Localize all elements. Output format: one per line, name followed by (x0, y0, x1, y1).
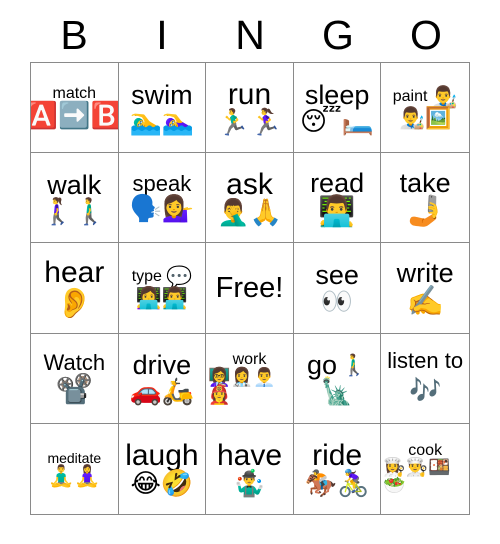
horse-racing-biking-icon: 🏇🚴‍♀️ (304, 469, 370, 500)
bingo-cell-read[interactable]: read 👨‍💻 (293, 153, 382, 244)
eyes-icon: 👀 (320, 287, 354, 318)
cell-label: run (227, 78, 272, 111)
cell-label: have (216, 439, 283, 473)
swimmers-icon: 🏊‍♂️🏊‍♀️ (129, 106, 195, 137)
bingo-cell-listen-to[interactable]: listen to 🎶 (381, 333, 469, 424)
walking-people-icon: 🚶‍♀️🚶‍♂️ (41, 196, 107, 227)
bingo-cell-laugh[interactable]: laugh 😂🤣 (118, 423, 207, 514)
bingo-cell-take[interactable]: take 🤳 (381, 153, 469, 244)
speech-balloon-icon: 💬 (165, 265, 193, 289)
bingo-cell-write[interactable]: write ✍️ (381, 243, 469, 334)
writing-hand-icon: ✍️ (406, 284, 444, 320)
bingo-cell-type[interactable]: type 💬 👩‍💻👨‍💻 (118, 243, 207, 334)
cell-label: write (396, 257, 454, 288)
cell-label: laugh (125, 439, 199, 473)
bingo-cell-watch[interactable]: Watch 📽️ (31, 333, 119, 424)
cell-label: take (399, 167, 451, 198)
cell-label: read (310, 167, 365, 198)
cell-label: ask (226, 168, 273, 202)
go-label-row: go 🚶‍♂️ (306, 349, 368, 380)
cell-label: ride (312, 439, 363, 473)
header-letter-o: O (410, 11, 442, 58)
bingo-cell-work[interactable]: work 👩‍🏫👩‍⚕️👨‍💼👩‍🚒 (206, 333, 294, 424)
workers-icon: 👩‍🏫👩‍⚕️👨‍💼👩‍🚒 (208, 366, 276, 406)
lotus-position-people-icon: 🧘‍♂️🧘‍♀️ (48, 463, 101, 488)
bingo-cell-match[interactable]: match 🅰️➡️🅱️ (31, 63, 119, 154)
cell-label: work (232, 350, 267, 368)
bingo-cell-sleep[interactable]: sleep 😴🛏️ (293, 63, 382, 154)
film-projector-icon: 📽️ (55, 371, 93, 407)
cell-label: sleep (304, 79, 370, 110)
cell-label: see (315, 259, 359, 290)
laughing-faces-icon: 😂🤣 (130, 469, 194, 500)
header-letter-b: B (60, 11, 88, 58)
artist-icon: 👨‍🎨 (431, 85, 458, 109)
bingo-cell-free-space[interactable]: Free! (206, 243, 294, 334)
bingo-cell-have[interactable]: have 🤹‍♂️ (206, 423, 294, 514)
cell-label: go (306, 349, 338, 380)
cell-label: walk (47, 169, 102, 200)
bingo-grid: match 🅰️➡️🅱️ swim 🏊‍♂️🏊‍♀️ run 🏃‍♂️🏃‍♀️ … (30, 62, 470, 515)
speaking-head-tipping-hand-icon: 🗣️💁‍♀️ (129, 194, 195, 225)
header-letter-g: G (322, 11, 354, 58)
man-technologist-icon: 👨‍💻 (318, 193, 356, 229)
runners-icon: 🏃‍♂️🏃‍♀️ (217, 108, 282, 139)
cooks-food-icon: 👩‍🍳👨‍🍳🍱🥗 (383, 457, 451, 497)
paint-label-row: paint 👨‍🎨 (393, 87, 458, 108)
ear-icon: 👂 (55, 285, 93, 321)
man-walking-icon: 🚶‍♂️ (341, 353, 368, 377)
facepalm-folded-hands-icon: 🤦‍♂️🙏 (217, 198, 282, 229)
statue-of-liberty-icon: 🗽 (320, 376, 354, 407)
cell-label: paint (392, 88, 428, 106)
bingo-cell-run[interactable]: run 🏃‍♂️🏃‍♀️ (206, 63, 294, 154)
bingo-card: B I N G O match 🅰️➡️🅱️ swim 🏊‍♂️🏊‍♀️ run… (0, 0, 500, 544)
cell-label: Free! (215, 271, 284, 304)
bingo-cell-see[interactable]: see 👀 (293, 243, 382, 334)
cell-label: type (131, 268, 162, 286)
bingo-cell-meditate[interactable]: meditate 🧘‍♂️🧘‍♀️ (31, 423, 119, 514)
man-juggling-icon: 🤹‍♂️ (233, 469, 266, 500)
bingo-cell-paint[interactable]: paint 👨‍🎨 👨‍🎨🖼️ (381, 63, 469, 154)
type-label-row: type 💬 (132, 267, 192, 288)
musical-notes-icon: 🎶 (408, 375, 442, 406)
car-scooter-icon: 🚗🛵 (129, 377, 195, 408)
bingo-cell-go[interactable]: go 🚶‍♂️ 🗽 (293, 333, 382, 424)
cell-label: drive (132, 350, 192, 381)
bingo-header: B I N G O (30, 8, 470, 62)
bingo-cell-ride[interactable]: ride 🏇🚴‍♀️ (293, 423, 382, 514)
cell-label: speak (132, 171, 192, 197)
technologists-icon: 👩‍💻👨‍💻 (135, 285, 189, 310)
artist-framed-picture-icon: 👨‍🎨🖼️ (399, 105, 452, 130)
header-letter-n: N (235, 11, 265, 58)
cell-label: swim (131, 79, 193, 110)
sleeping-face-bed-icon: 😴🛏️ (300, 106, 375, 137)
bingo-cell-cook[interactable]: cook 👩‍🍳👨‍🍳🍱🥗 (381, 423, 469, 514)
bingo-cell-swim[interactable]: swim 🏊‍♂️🏊‍♀️ (118, 63, 207, 154)
bingo-cell-speak[interactable]: speak 🗣️💁‍♀️ (118, 153, 207, 244)
bingo-cell-drive[interactable]: drive 🚗🛵 (118, 333, 207, 424)
listen-to-stack: listen to 🎶 (387, 348, 464, 406)
bingo-cell-walk[interactable]: walk 🚶‍♀️🚶‍♂️ (31, 153, 119, 244)
a-button-right-arrow-b-button-icon: 🅰️➡️🅱️ (31, 100, 119, 131)
cell-label: listen to (387, 348, 464, 374)
selfie-icon: 🤳 (406, 193, 444, 229)
header-letter-i: I (156, 11, 168, 58)
cell-label: hear (44, 256, 105, 290)
bingo-cell-hear[interactable]: hear 👂 (31, 243, 119, 334)
bingo-cell-ask[interactable]: ask 🤦‍♂️🙏 (206, 153, 294, 244)
